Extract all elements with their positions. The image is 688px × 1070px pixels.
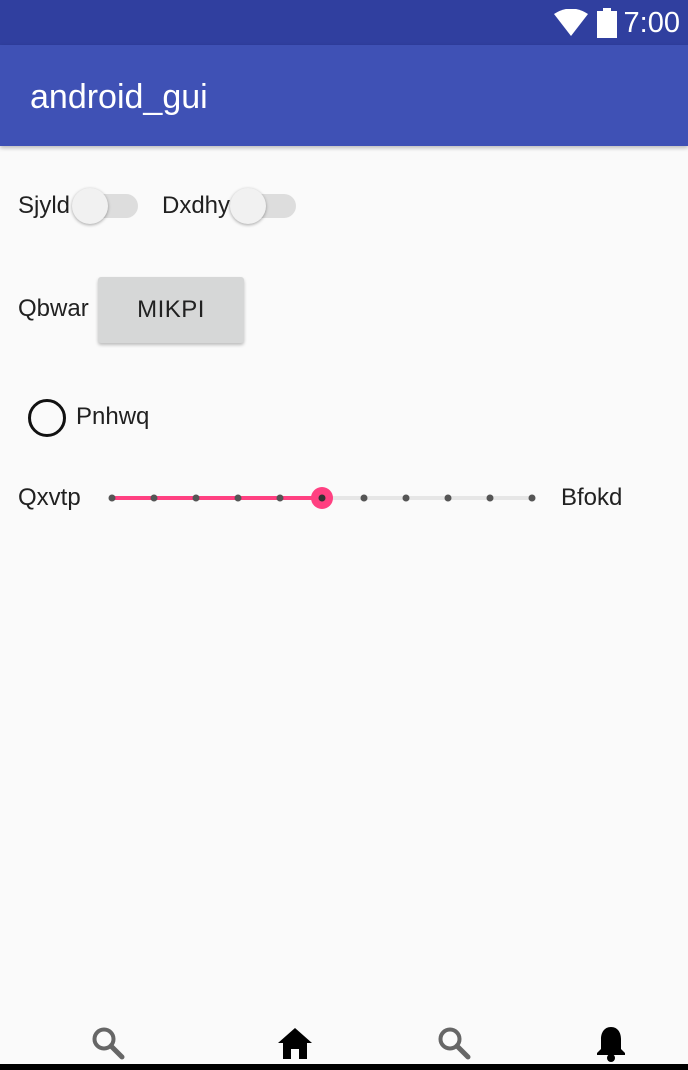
slider-tick bbox=[528, 494, 536, 502]
slider-graphic bbox=[108, 487, 536, 509]
switch-thumb bbox=[230, 188, 266, 224]
slider-tick bbox=[234, 494, 242, 502]
switch-sjyld[interactable] bbox=[72, 186, 138, 226]
switch-dxdhy[interactable] bbox=[230, 186, 296, 226]
search-icon[interactable] bbox=[91, 1026, 125, 1065]
slider-tick bbox=[486, 494, 494, 502]
slider-tick bbox=[192, 494, 200, 502]
notifications-icon[interactable] bbox=[595, 1024, 627, 1067]
bottom-navigation bbox=[0, 1010, 688, 1070]
wifi-icon bbox=[554, 8, 588, 42]
search-icon[interactable] bbox=[437, 1026, 471, 1065]
button-row-label: Qbwar bbox=[18, 295, 89, 322]
mikpi-button[interactable]: MIKPI bbox=[98, 277, 244, 343]
home-icon[interactable] bbox=[277, 1026, 313, 1065]
switch-thumb bbox=[72, 188, 108, 224]
switch-label-dxdhy: Dxdhy bbox=[162, 192, 231, 219]
radio-label: Pnhwq bbox=[76, 403, 150, 430]
slider-tick bbox=[108, 494, 116, 502]
app-bar: android_gui bbox=[0, 45, 688, 146]
nav-bar-edge bbox=[0, 1064, 688, 1070]
slider-tick bbox=[402, 494, 410, 502]
status-time: 7:00 bbox=[623, 7, 680, 39]
discrete-slider[interactable] bbox=[100, 478, 544, 518]
switch-label-sjyld: Sjyld bbox=[18, 192, 71, 219]
slider-thumb-tick bbox=[318, 494, 326, 502]
slider-tick bbox=[360, 494, 368, 502]
status-bar: 7:00 bbox=[0, 0, 688, 45]
slider-tick bbox=[276, 494, 284, 502]
radio-button-pnhwq[interactable] bbox=[28, 399, 66, 437]
slider-tick bbox=[150, 494, 158, 502]
slider-left-label: Qxvtp bbox=[18, 484, 81, 511]
app-title: android_gui bbox=[30, 78, 208, 116]
slider-tick bbox=[444, 494, 452, 502]
slider-right-label: Bfokd bbox=[561, 484, 623, 511]
battery-icon bbox=[597, 8, 617, 43]
